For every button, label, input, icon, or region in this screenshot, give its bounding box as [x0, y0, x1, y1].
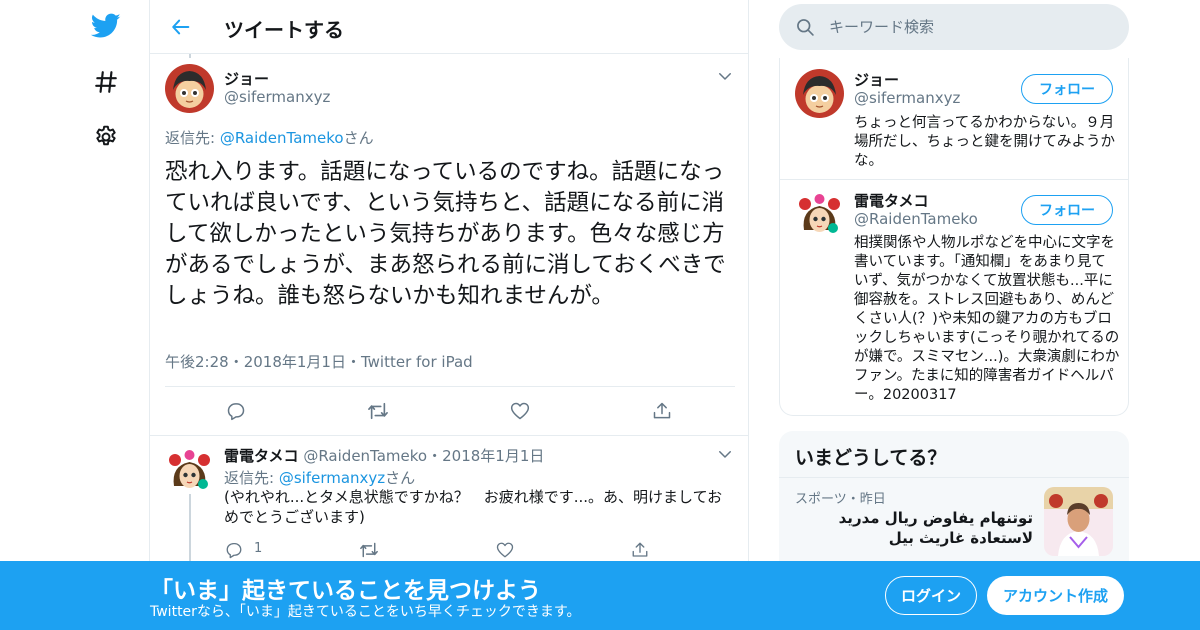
signup-banner: 「いま」起きていることを見つけよう Twitterなら、「いま」起きていることを… [0, 561, 1200, 630]
page-header: ツイートする [150, 0, 748, 54]
tweet-meta: 午後2:28・2018年1月1日・Twitter for iPad [165, 351, 473, 372]
focused-tweet: ジョー @sifermanxyz 返信先: @RaidenTamekoさん 恐れ… [150, 54, 748, 436]
reply-suffix: さん [385, 469, 416, 487]
tweet-text: (やれやれ...とタメ息状態ですかね？ お疲れ様です...。あ、明けましておめで… [224, 488, 723, 526]
trends-title: いまどうしてる？ [795, 447, 947, 469]
tweet-actions [150, 396, 748, 426]
reply-user-link[interactable]: @sifermanxyz [279, 469, 385, 487]
banner-subtitle: Twitterなら、「いま」起きていることをいち早くチェックできます。 [150, 604, 581, 620]
reply-context: 返信先: @RaidenTamekoさん [165, 127, 374, 148]
user-handle[interactable]: @sifermanxyz [224, 88, 330, 106]
user-bio: ちょっと何言ってるかわからない。９月場所だし、ちょっと鍵を開けてみようかな。 [854, 115, 1115, 169]
display-name[interactable]: 雷電タメコ [224, 447, 299, 465]
twitter-bird-icon[interactable] [80, 6, 132, 46]
meta-separator: ・ [427, 447, 443, 465]
meta-separator: ・ [228, 353, 244, 371]
divider [165, 386, 735, 387]
search-input[interactable] [829, 4, 1109, 50]
related-users-card: ジョー @sifermanxyz フォロー ちょっと何言ってるかわからない。９月… [779, 58, 1129, 416]
page-title: ツイートする [224, 18, 344, 42]
avatar[interactable] [165, 446, 214, 495]
trend-headline[interactable]: توتنهام يفاوض ريال مدريد لاستعادة غاريث … [795, 508, 1033, 548]
display-name[interactable]: 雷電タメコ [854, 190, 929, 211]
hashtag-icon[interactable] [80, 62, 132, 102]
signup-button[interactable]: アカウント作成 [987, 576, 1124, 615]
banner-title: 「いま」起きていることを見つけよう [150, 578, 541, 604]
chevron-down-icon[interactable] [716, 445, 734, 463]
user-handle[interactable]: @sifermanxyz [854, 89, 960, 107]
retweet-icon[interactable] [363, 396, 393, 426]
reply-header: 雷電タメコ @RaidenTameko・2018年1月1日 [224, 445, 544, 466]
back-arrow-icon[interactable] [168, 14, 194, 40]
user-handle[interactable]: @RaidenTameko [303, 447, 427, 465]
avatar[interactable] [165, 64, 214, 113]
chevron-down-icon[interactable] [716, 67, 734, 85]
trend-meta: スポーツ・昨日 [795, 492, 886, 507]
follow-button[interactable]: フォロー [1021, 195, 1113, 225]
tweet-time[interactable]: 午後2:28 [165, 353, 229, 371]
reply-prefix: 返信先: [165, 129, 220, 147]
avatar[interactable] [795, 69, 844, 118]
page: ツイートする ジョー @sifermanxyz 返信先: @RaidenTame… [0, 0, 1200, 630]
trend-thumbnail[interactable] [1044, 487, 1113, 556]
search-bar[interactable] [779, 4, 1129, 50]
display-name[interactable]: ジョー [224, 68, 269, 89]
tweet-source: Twitter for iPad [360, 353, 473, 371]
user-bio: 相撲関係や人物ルポなどを中心に文字を書いています。「通知欄」をあまり見ていず、気… [854, 235, 1120, 403]
reply-user-link[interactable]: @RaidenTameko [220, 129, 344, 147]
reply-suffix: さん [343, 129, 374, 147]
reply-count: 1 [254, 541, 263, 556]
follow-button[interactable]: フォロー [1021, 74, 1113, 104]
like-heart-icon[interactable] [505, 396, 535, 426]
display-name[interactable]: ジョー [854, 69, 899, 90]
reply-icon[interactable] [221, 396, 251, 426]
gear-icon[interactable] [80, 117, 132, 157]
divider [779, 477, 1129, 478]
search-icon [795, 17, 815, 37]
share-icon[interactable] [647, 396, 677, 426]
tweet-date[interactable]: 2018年1月1日 [244, 353, 346, 371]
meta-separator: ・ [345, 353, 361, 371]
timeline-column: ツイートする ジョー @sifermanxyz 返信先: @RaidenTame… [149, 0, 749, 630]
avatar[interactable] [795, 190, 844, 239]
tweet-text: 恐れ入ります。話題になっているのですね。話題になっていれば良いです、という気持ち… [165, 159, 726, 309]
user-handle[interactable]: @RaidenTameko [854, 210, 978, 228]
reply-context: 返信先: @sifermanxyzさん [224, 467, 415, 488]
login-button[interactable]: ログイン [885, 576, 977, 615]
divider [780, 179, 1128, 180]
reply-prefix: 返信先: [224, 469, 279, 487]
tweet-date[interactable]: 2018年1月1日 [442, 447, 544, 465]
